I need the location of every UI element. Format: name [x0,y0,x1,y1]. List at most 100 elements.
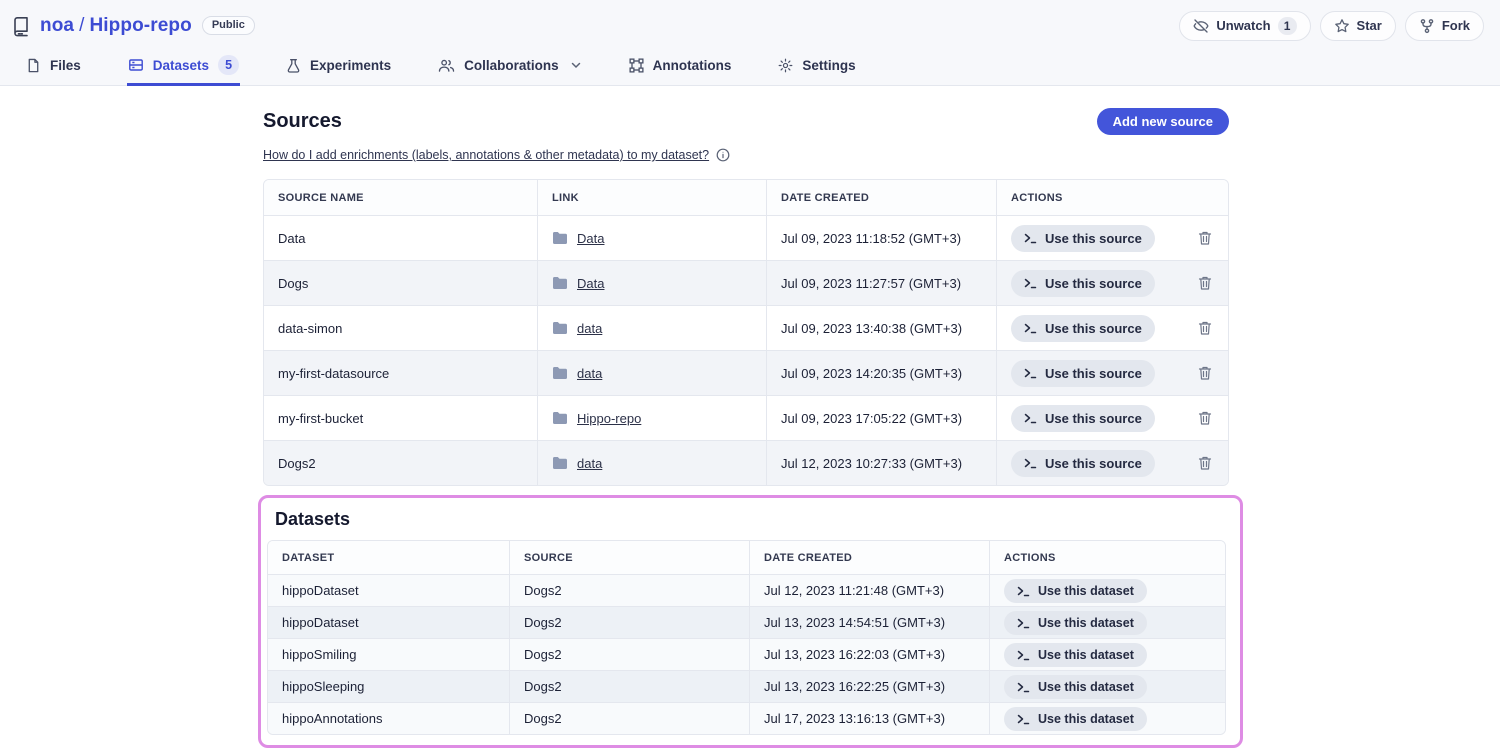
source-link[interactable]: Data [577,231,604,246]
source-link[interactable]: data [577,456,602,471]
repo-book-icon [10,15,32,37]
terminal-icon [1024,322,1037,334]
tab-collaborations[interactable]: Collaborations [437,47,583,86]
use-source-label: Use this source [1045,231,1142,246]
source-name: Dogs [278,276,308,291]
unwatch-button[interactable]: Unwatch 1 [1179,11,1310,41]
trash-icon[interactable] [1197,455,1213,471]
source-link[interactable]: Hippo-repo [577,411,641,426]
source-date: Jul 09, 2023 11:27:57 (GMT+3) [781,276,961,291]
terminal-icon [1024,367,1037,379]
folder-icon [552,456,568,470]
use-dataset-button[interactable]: Use this dataset [1004,611,1147,635]
repo-owner-link[interactable]: noa [40,15,74,36]
tab-settings-label: Settings [802,58,855,73]
sources-section-header: Sources Add new source [263,108,1229,135]
source-row: my-first-bucket Hippo-repo Jul 09, 2023 … [264,395,1228,440]
chevron-down-icon [570,59,582,71]
source-date: Jul 12, 2023 10:27:33 (GMT+3) [781,456,962,471]
enrichments-help-link[interactable]: How do I add enrichments (labels, annota… [263,148,709,162]
use-dataset-button[interactable]: Use this dataset [1004,707,1147,731]
dataset-row: hippoSleeping Dogs2 Jul 13, 2023 16:22:2… [268,670,1225,702]
datasets-table: DATASET SOURCE DATE CREATED ACTIONS hipp… [267,540,1226,735]
datasets-count-badge: 5 [218,55,239,75]
trash-icon[interactable] [1197,320,1213,336]
dataset-source: Dogs2 [524,615,562,630]
use-dataset-button[interactable]: Use this dataset [1004,643,1147,667]
terminal-icon [1017,617,1030,629]
use-source-button[interactable]: Use this source [1011,450,1155,477]
dataset-date: Jul 13, 2023 16:22:25 (GMT+3) [764,679,945,694]
repo-name-link[interactable]: Hippo-repo [89,15,191,36]
terminal-icon [1024,277,1037,289]
info-icon[interactable] [716,148,730,162]
source-link[interactable]: Data [577,276,604,291]
source-name: Data [278,231,305,246]
repo-actions: Unwatch 1 Star [1179,11,1484,41]
use-dataset-button[interactable]: Use this dataset [1004,675,1147,699]
add-new-source-button[interactable]: Add new source [1097,108,1229,135]
source-name: my-first-datasource [278,366,389,381]
source-date: Jul 09, 2023 14:20:35 (GMT+3) [781,366,962,381]
dataset-date: Jul 13, 2023 14:54:51 (GMT+3) [764,615,945,630]
use-source-button[interactable]: Use this source [1011,405,1155,432]
use-source-label: Use this source [1045,276,1142,291]
use-source-button[interactable]: Use this source [1011,360,1155,387]
star-button[interactable]: Star [1320,11,1396,41]
watch-count-badge: 1 [1278,17,1297,35]
folder-icon [552,366,568,380]
fork-icon [1419,18,1435,34]
dataset-icon [128,57,144,73]
fork-button[interactable]: Fork [1405,11,1484,41]
sources-title: Sources [263,110,342,133]
source-date: Jul 09, 2023 13:40:38 (GMT+3) [781,321,962,336]
source-link[interactable]: data [577,366,602,381]
trash-icon[interactable] [1197,410,1213,426]
dataset-source: Dogs2 [524,679,562,694]
dataset-source: Dogs2 [524,647,562,662]
folder-icon [552,321,568,335]
trash-icon[interactable] [1197,365,1213,381]
repo-title: noa/Hippo-repo [40,15,192,37]
datasets-table-body: hippoDataset Dogs2 Jul 12, 2023 11:21:48… [268,574,1225,734]
dataset-row: hippoDataset Dogs2 Jul 12, 2023 11:21:48… [268,574,1225,606]
source-row: data-simon data Jul 09, 2023 13:40:38 (G… [264,305,1228,350]
tab-settings[interactable]: Settings [777,47,856,86]
terminal-icon [1024,457,1037,469]
help-row: How do I add enrichments (labels, annota… [263,148,1229,162]
trash-icon[interactable] [1197,275,1213,291]
tab-files[interactable]: Files [25,47,82,86]
col-dataset: DATASET [282,552,334,564]
tab-datasets[interactable]: Datasets 5 [127,47,240,86]
source-link[interactable]: data [577,321,602,336]
use-dataset-label: Use this dataset [1038,712,1134,726]
source-row: Data Data Jul 09, 2023 11:18:52 (GMT+3) [264,215,1228,260]
source-name: Dogs2 [278,456,316,471]
bounding-box-icon [629,58,644,73]
repo-header: noa/Hippo-repo Public Unwatch 1 [0,0,1500,47]
source-name: my-first-bucket [278,411,363,426]
flask-icon [286,58,301,73]
use-dataset-button[interactable]: Use this dataset [1004,579,1147,603]
unwatch-label: Unwatch [1216,18,1270,33]
source-row: Dogs Data Jul 09, 2023 11:27:57 (GMT+3) [264,260,1228,305]
use-source-label: Use this source [1045,456,1142,471]
use-source-button[interactable]: Use this source [1011,225,1155,252]
star-label: Star [1357,18,1382,33]
use-dataset-label: Use this dataset [1038,616,1134,630]
tab-files-label: Files [50,58,81,73]
tab-annotations[interactable]: Annotations [628,47,733,86]
tab-experiments[interactable]: Experiments [285,47,392,86]
use-source-button[interactable]: Use this source [1011,315,1155,342]
top-bar: noa/Hippo-repo Public Unwatch 1 [0,0,1500,86]
visibility-badge: Public [202,16,255,35]
dataset-source: Dogs2 [524,711,562,726]
sources-table: SOURCE NAME LINK DATE CREATED ACTIONS Da… [263,179,1229,486]
use-source-button[interactable]: Use this source [1011,270,1155,297]
tab-annotations-label: Annotations [653,58,732,73]
col-link: LINK [552,192,579,204]
tab-bar: Files Datasets 5 Experiments [0,47,1500,86]
col-source: SOURCE [524,552,573,564]
dataset-name: hippoDataset [282,615,359,630]
trash-icon[interactable] [1197,230,1213,246]
